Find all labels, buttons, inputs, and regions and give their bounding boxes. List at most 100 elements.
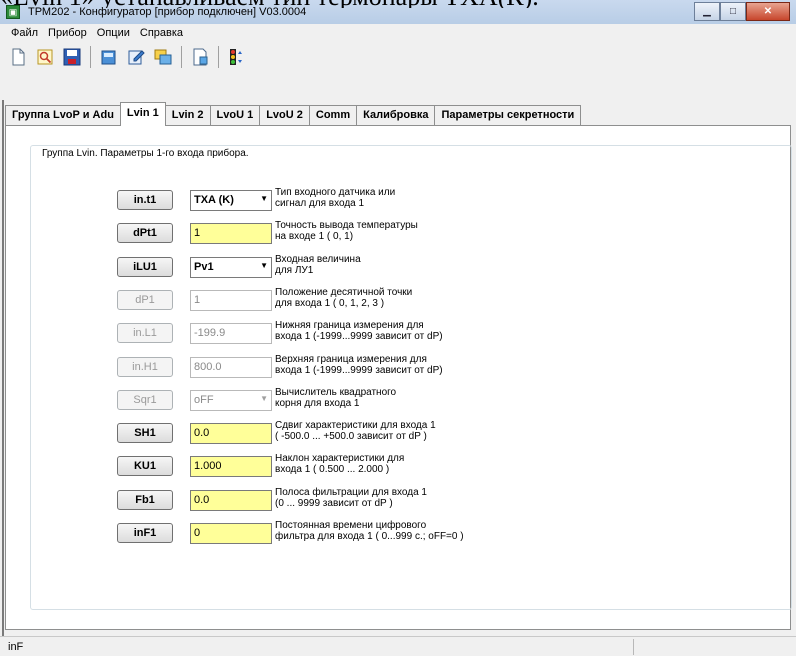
param-description: Точность вывода температуры на входе 1 ( … — [275, 220, 535, 242]
connect-button[interactable] — [225, 45, 249, 69]
param-description: Входная величина для ЛУ1 — [275, 254, 535, 276]
param-button[interactable]: Fb1 — [117, 490, 173, 510]
param-select[interactable]: Pv1 ▼ — [190, 257, 272, 278]
param-button[interactable]: in.t1 — [117, 190, 173, 210]
transfer-icon — [154, 49, 172, 65]
window-left-edge — [0, 100, 4, 636]
param-row: KU1 1.000 Наклон характеристики для входа 1… — [117, 453, 717, 478]
param-value-field[interactable]: 0 — [190, 523, 272, 544]
param-description: Постоянная времени цифрового фильтра для … — [275, 520, 535, 542]
param-row: in.L1 -199.9 Нижняя граница измерения для в… — [117, 320, 717, 345]
param-description: Верхняя граница измерения для входа 1 (-1… — [275, 354, 535, 376]
tab-strip: Группа LvoP и Adu Lvin 1 Lvin 2 LvoU 1 L… — [5, 102, 582, 126]
param-row: iLU1 Pv1 ▼ Входная величина для ЛУ1 — [117, 254, 717, 279]
param-select-value: TXA (K) — [194, 194, 234, 206]
param-description-line: Точность вывода температуры — [275, 220, 418, 231]
menu-options[interactable]: Опции — [92, 24, 135, 42]
param-value-field[interactable]: 0.0 — [190, 423, 272, 444]
write-device-button[interactable] — [124, 45, 148, 69]
param-description-line: сигнал для входа 1 — [275, 198, 365, 209]
tab-lvin-2[interactable]: Lvin 2 — [164, 105, 211, 126]
new-file-button[interactable] — [6, 45, 30, 69]
toolbar-separator — [90, 46, 91, 68]
param-description: Наклон характеристики для входа 1 ( 0.500… — [275, 453, 535, 475]
search-open-icon — [37, 49, 53, 65]
toolbar — [0, 42, 796, 72]
param-row: Fb1 0.0 Полоса фильтрации для входа 1 (0 ..… — [117, 487, 717, 512]
transfer-button[interactable] — [151, 45, 175, 69]
tab-group-lvop-adu[interactable]: Группа LvoP и Adu — [5, 105, 121, 126]
document-caption: «Lvin 1» устанавливаем тип термопары ТХА… — [0, 0, 796, 8]
param-button[interactable]: inF1 — [117, 523, 173, 543]
save-icon — [63, 48, 81, 66]
param-button[interactable]: dP1 — [117, 290, 173, 310]
read-device-button[interactable] — [97, 45, 121, 69]
tab-lvou-1[interactable]: LvoU 1 — [209, 105, 261, 126]
param-value-field[interactable]: 800.0 — [190, 357, 272, 378]
param-button[interactable]: in.H1 — [117, 357, 173, 377]
param-description-line: Постоянная времени цифрового — [275, 520, 427, 531]
open-search-button[interactable] — [33, 45, 57, 69]
param-description-line: Тип входного датчика или — [275, 187, 396, 198]
status-separator — [633, 639, 634, 655]
param-description: Тип входного датчика или сигнал для входа… — [275, 187, 535, 209]
tab-lvou-2[interactable]: LvoU 2 — [259, 105, 310, 126]
write-device-icon — [128, 50, 145, 65]
param-description-line: входа 1 (-1999...9999 зависит от dP) — [275, 365, 443, 376]
report-button[interactable] — [188, 45, 212, 69]
param-value-field[interactable]: 1 — [190, 223, 272, 244]
param-description: Сдвиг характеристики для входа 1( -500.0… — [275, 420, 535, 442]
param-select-value: Pv1 — [194, 261, 214, 273]
param-description-line: Положение десятичной точки — [275, 287, 413, 298]
param-value-field[interactable]: 0.0 — [190, 490, 272, 511]
param-row: Sqr1 oFF ▼ Вычислитель квадратного корня для… — [117, 387, 717, 412]
param-value-field[interactable]: 1.000 — [190, 456, 272, 477]
param-description-line: Входная величина — [275, 254, 361, 265]
param-row: dPt1 1 Точность вывода температуры на входе… — [117, 220, 717, 245]
param-description: Полоса фильтрации для входа 1 (0 ... 9999… — [275, 487, 535, 509]
tab-comm[interactable]: Comm — [308, 105, 358, 126]
group-title: Группа Lvin. Параметры 1-го входа прибор… — [40, 148, 251, 159]
param-button[interactable]: dPt1 — [117, 223, 173, 243]
param-row: in.t1 TXA (K) ▼ Тип входного датчика или сиг… — [117, 187, 717, 212]
param-description-line: Верхняя граница измерения для — [275, 354, 427, 365]
status-bar: inF — [0, 636, 796, 656]
param-description-line: для ЛУ1 — [275, 265, 314, 276]
menu-help[interactable]: Справка — [135, 24, 188, 42]
param-description-line: на входе 1 ( 0, 1) — [275, 231, 354, 242]
chevron-down-icon: ▼ — [260, 194, 268, 203]
param-select[interactable]: oFF ▼ — [190, 390, 272, 411]
toolbar-separator — [218, 46, 219, 68]
connect-icon — [230, 49, 242, 65]
param-description-line: (0 ... 9999 зависит от dP ) — [275, 498, 393, 509]
status-text: inF — [8, 641, 24, 653]
read-device-icon — [101, 50, 116, 65]
save-button[interactable] — [60, 45, 84, 69]
toolbar-separator — [181, 46, 182, 68]
tab-lvin-1[interactable]: Lvin 1 — [119, 102, 166, 126]
param-description-line: Нижняя граница измерения для — [275, 320, 424, 331]
tab-calibration[interactable]: Калибровка — [356, 105, 436, 126]
param-select-value: oFF — [194, 394, 214, 406]
param-button[interactable]: in.L1 — [117, 323, 173, 343]
param-select[interactable]: TXA (K) ▼ — [190, 190, 272, 211]
param-row: SH1 0.0 Сдвиг характеристики для входа 1( … — [117, 420, 717, 445]
param-button[interactable]: Sqr1 — [117, 390, 173, 410]
param-value-field[interactable]: -199.9 — [190, 323, 272, 344]
param-row: in.H1 800.0 Верхняя граница измерения для в… — [117, 354, 717, 379]
param-button[interactable]: KU1 — [117, 456, 173, 476]
param-button[interactable]: SH1 — [117, 423, 173, 443]
configurator-window: ▣ ТРМ202 - Конфигуратор [прибор подключе… — [0, 0, 796, 656]
report-icon — [193, 48, 208, 66]
chevron-down-icon: ▼ — [260, 261, 268, 270]
param-row: dP1 1 Положение десятичной точки для входа … — [117, 287, 717, 312]
menu-bar: Файл Прибор Опции Справка — [0, 24, 796, 42]
param-description-line: входа 1 (-1999...9999 зависит от dP) — [275, 331, 443, 342]
param-description: Нижняя граница измерения для входа 1 (-19… — [275, 320, 535, 342]
menu-device[interactable]: Прибор — [43, 24, 92, 42]
param-value-field[interactable]: 1 — [190, 290, 272, 311]
param-description-line: фильтра для входа 1 ( 0...999 с.; oFF=0 … — [275, 531, 464, 542]
param-button[interactable]: iLU1 — [117, 257, 173, 277]
tab-security-params[interactable]: Параметры секретности — [434, 105, 582, 126]
menu-file[interactable]: Файл — [6, 24, 43, 42]
